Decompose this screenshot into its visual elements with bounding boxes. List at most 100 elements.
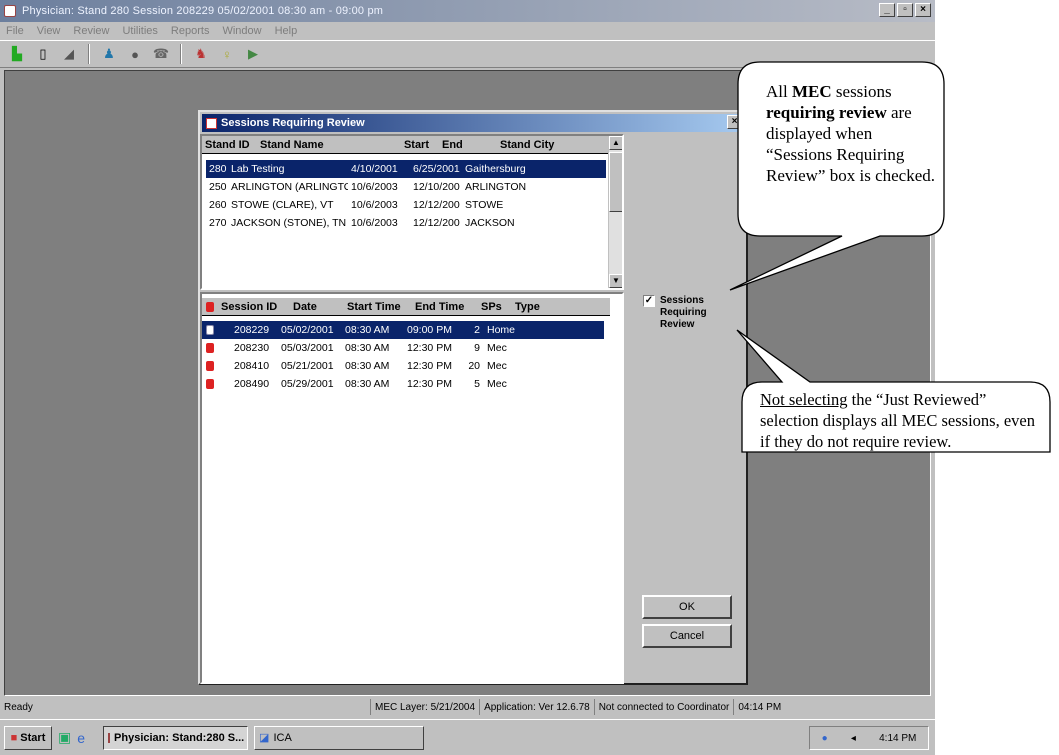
volume-icon[interactable]: ◂ (851, 733, 856, 744)
sessions-list[interactable]: Session ID Date Start Time End Time SPs … (200, 292, 624, 684)
toolbar: ▙ ▯ ◢ ♟ ● ☎ ♞ ♀ ▶ (0, 40, 935, 68)
session-row[interactable]: 208410 05/21/2001 08:30 AM 12:30 PM 20 M… (202, 357, 604, 375)
cell-stand-city: ARLINGTON (465, 181, 527, 193)
col-date[interactable]: Date (290, 301, 344, 313)
cell-end-time: 12:30 PM (407, 378, 452, 390)
cell-session-id: 208230 (234, 342, 270, 354)
session-row[interactable]: 208490 05/29/2001 08:30 AM 12:30 PM 5 Me… (202, 375, 604, 393)
checkbox-box[interactable]: ✓ (643, 295, 655, 307)
col-end-time[interactable]: End Time (412, 301, 478, 313)
exit-icon[interactable]: ▶ (242, 44, 264, 64)
menu-window[interactable]: Window (222, 25, 261, 37)
taskbar-item-ica[interactable]: ◪ ICA (254, 725, 425, 750)
maximize-button[interactable]: ▫ (897, 3, 913, 17)
menu-file[interactable]: File (6, 25, 24, 37)
start-label: Start (20, 731, 46, 744)
col-stand-city[interactable]: Stand City (497, 139, 607, 151)
cell-start-time: 08:30 AM (345, 324, 390, 336)
checkbox-label: Sessions Requiring Review (660, 295, 707, 330)
callout-1-text-b: sessions (831, 82, 892, 101)
col-end[interactable]: End (439, 139, 497, 151)
stands-scrollbar[interactable]: ▲ ▼ (608, 136, 622, 288)
scroll-up-arrow[interactable]: ▲ (609, 136, 622, 150)
col-sps[interactable]: SPs (478, 301, 512, 313)
cell-stand-city: JACKSON (465, 217, 515, 229)
col-stand-id[interactable]: Stand ID (202, 139, 257, 151)
scroll-down-arrow[interactable]: ▼ (609, 274, 622, 288)
stand-row[interactable]: 280 Lab Testing 4/10/2001 6/25/2001 Gait… (206, 160, 606, 178)
menu-view[interactable]: View (37, 25, 61, 37)
cell-start: 10/6/2003 (351, 181, 398, 193)
stands-list[interactable]: Stand ID Stand Name Start End Stand City… (200, 134, 624, 290)
minimize-button[interactable]: _ (879, 3, 895, 17)
cell-date: 05/21/2001 (281, 360, 334, 372)
callout-1-text-a: All (766, 82, 792, 101)
cell-end-time: 12:30 PM (407, 360, 452, 372)
quicklaunch-ie-icon[interactable]: e (77, 730, 85, 746)
cell-stand-city: Gaithersburg (465, 163, 526, 175)
cancel-button[interactable]: Cancel (642, 624, 732, 648)
stand-row[interactable]: 260 STOWE (CLARE), VT 10/6/2003 12/12/20… (206, 196, 606, 214)
session-icon (206, 301, 214, 312)
col-type[interactable]: Type (512, 301, 562, 313)
chart-icon[interactable]: ◢ (58, 44, 80, 64)
taskbar-item-physician[interactable]: Physician: Stand:280 S... (103, 725, 249, 750)
ok-button[interactable]: OK (642, 595, 732, 619)
dialog-close-button[interactable]: × (727, 115, 742, 129)
start-button[interactable]: ■ Start (4, 725, 52, 750)
cell-date: 05/29/2001 (281, 378, 334, 390)
cell-sps: 20 (468, 360, 480, 372)
session-status-icon (206, 325, 214, 335)
session-status-icon (206, 361, 214, 371)
dialog-title: Sessions Requiring Review (221, 117, 365, 129)
cell-end: 6/25/2001 (413, 163, 460, 175)
col-session-id[interactable]: Session ID (218, 301, 290, 313)
tray-clock: 4:14 PM (879, 732, 917, 744)
clipboard-icon[interactable]: ▯ (32, 44, 54, 64)
menu-review[interactable]: Review (73, 25, 109, 37)
sessions-header: Session ID Date Start Time End Time SPs … (202, 298, 610, 316)
stand-row[interactable]: 250 ARLINGTON (ARLINGTO 10/6/2003 12/10/… (206, 178, 606, 196)
cell-stand-name: JACKSON (STONE), TN (231, 217, 347, 229)
taskbar-item-label: Physician: Stand:280 S... (114, 731, 245, 744)
menu-help[interactable]: Help (275, 25, 298, 37)
cell-session-id: 208229 (234, 324, 270, 336)
windows-logo-icon: ■ (10, 731, 18, 744)
session-row[interactable]: 208229 05/02/2001 08:30 AM 09:00 PM 2 Ho… (202, 321, 604, 339)
callout-1-bold-requiring: requiring review (766, 103, 887, 122)
col-start[interactable]: Start (379, 139, 439, 151)
globe-icon[interactable]: ● (124, 44, 146, 64)
menu-reports[interactable]: Reports (171, 25, 210, 37)
status-mec-layer: MEC Layer: 5/21/2004 (370, 699, 479, 715)
quicklaunch-desktop-icon[interactable]: ▣ (58, 729, 71, 746)
cell-end-time: 09:00 PM (407, 324, 452, 336)
stands-header: Stand ID Stand Name Start End Stand City (202, 136, 610, 154)
cell-start-time: 08:30 AM (345, 342, 390, 354)
cell-start: 10/6/2003 (351, 217, 398, 229)
cell-date: 05/03/2001 (281, 342, 334, 354)
stand-row[interactable]: 270 JACKSON (STONE), TN 10/6/2003 12/12/… (206, 214, 606, 232)
window-title: Physician: Stand 280 Session 208229 05/0… (22, 5, 384, 17)
person-icon[interactable]: ♞ (190, 44, 212, 64)
col-start-time[interactable]: Start Time (344, 301, 412, 313)
cell-sps: 2 (474, 324, 480, 336)
new-icon[interactable]: ▙ (6, 44, 28, 64)
people-icon[interactable]: ♟ (98, 44, 120, 64)
network-icon[interactable]: ● (822, 733, 828, 744)
status-application: Application: Ver 12.6.78 (479, 699, 594, 715)
scroll-thumb[interactable] (609, 152, 622, 212)
status-time: 04:14 PM (733, 699, 785, 715)
cell-session-id: 208490 (234, 378, 270, 390)
phone-icon[interactable]: ☎ (150, 44, 172, 64)
session-row[interactable]: 208230 05/03/2001 08:30 AM 12:30 PM 9 Me… (202, 339, 604, 357)
cell-sps: 9 (474, 342, 480, 354)
col-stand-name[interactable]: Stand Name (257, 139, 379, 151)
title-bar: Physician: Stand 280 Session 208229 05/0… (0, 0, 935, 22)
sessions-requiring-review-checkbox[interactable]: ✓ Sessions Requiring Review (643, 295, 710, 331)
cell-start-time: 08:30 AM (345, 360, 390, 372)
status-bar: Ready MEC Layer: 5/21/2004 Application: … (0, 697, 935, 717)
bulb-icon[interactable]: ♀ (216, 44, 238, 64)
close-button[interactable]: × (915, 3, 931, 17)
menu-utilities[interactable]: Utilities (122, 25, 157, 37)
status-ready: Ready (4, 701, 33, 713)
